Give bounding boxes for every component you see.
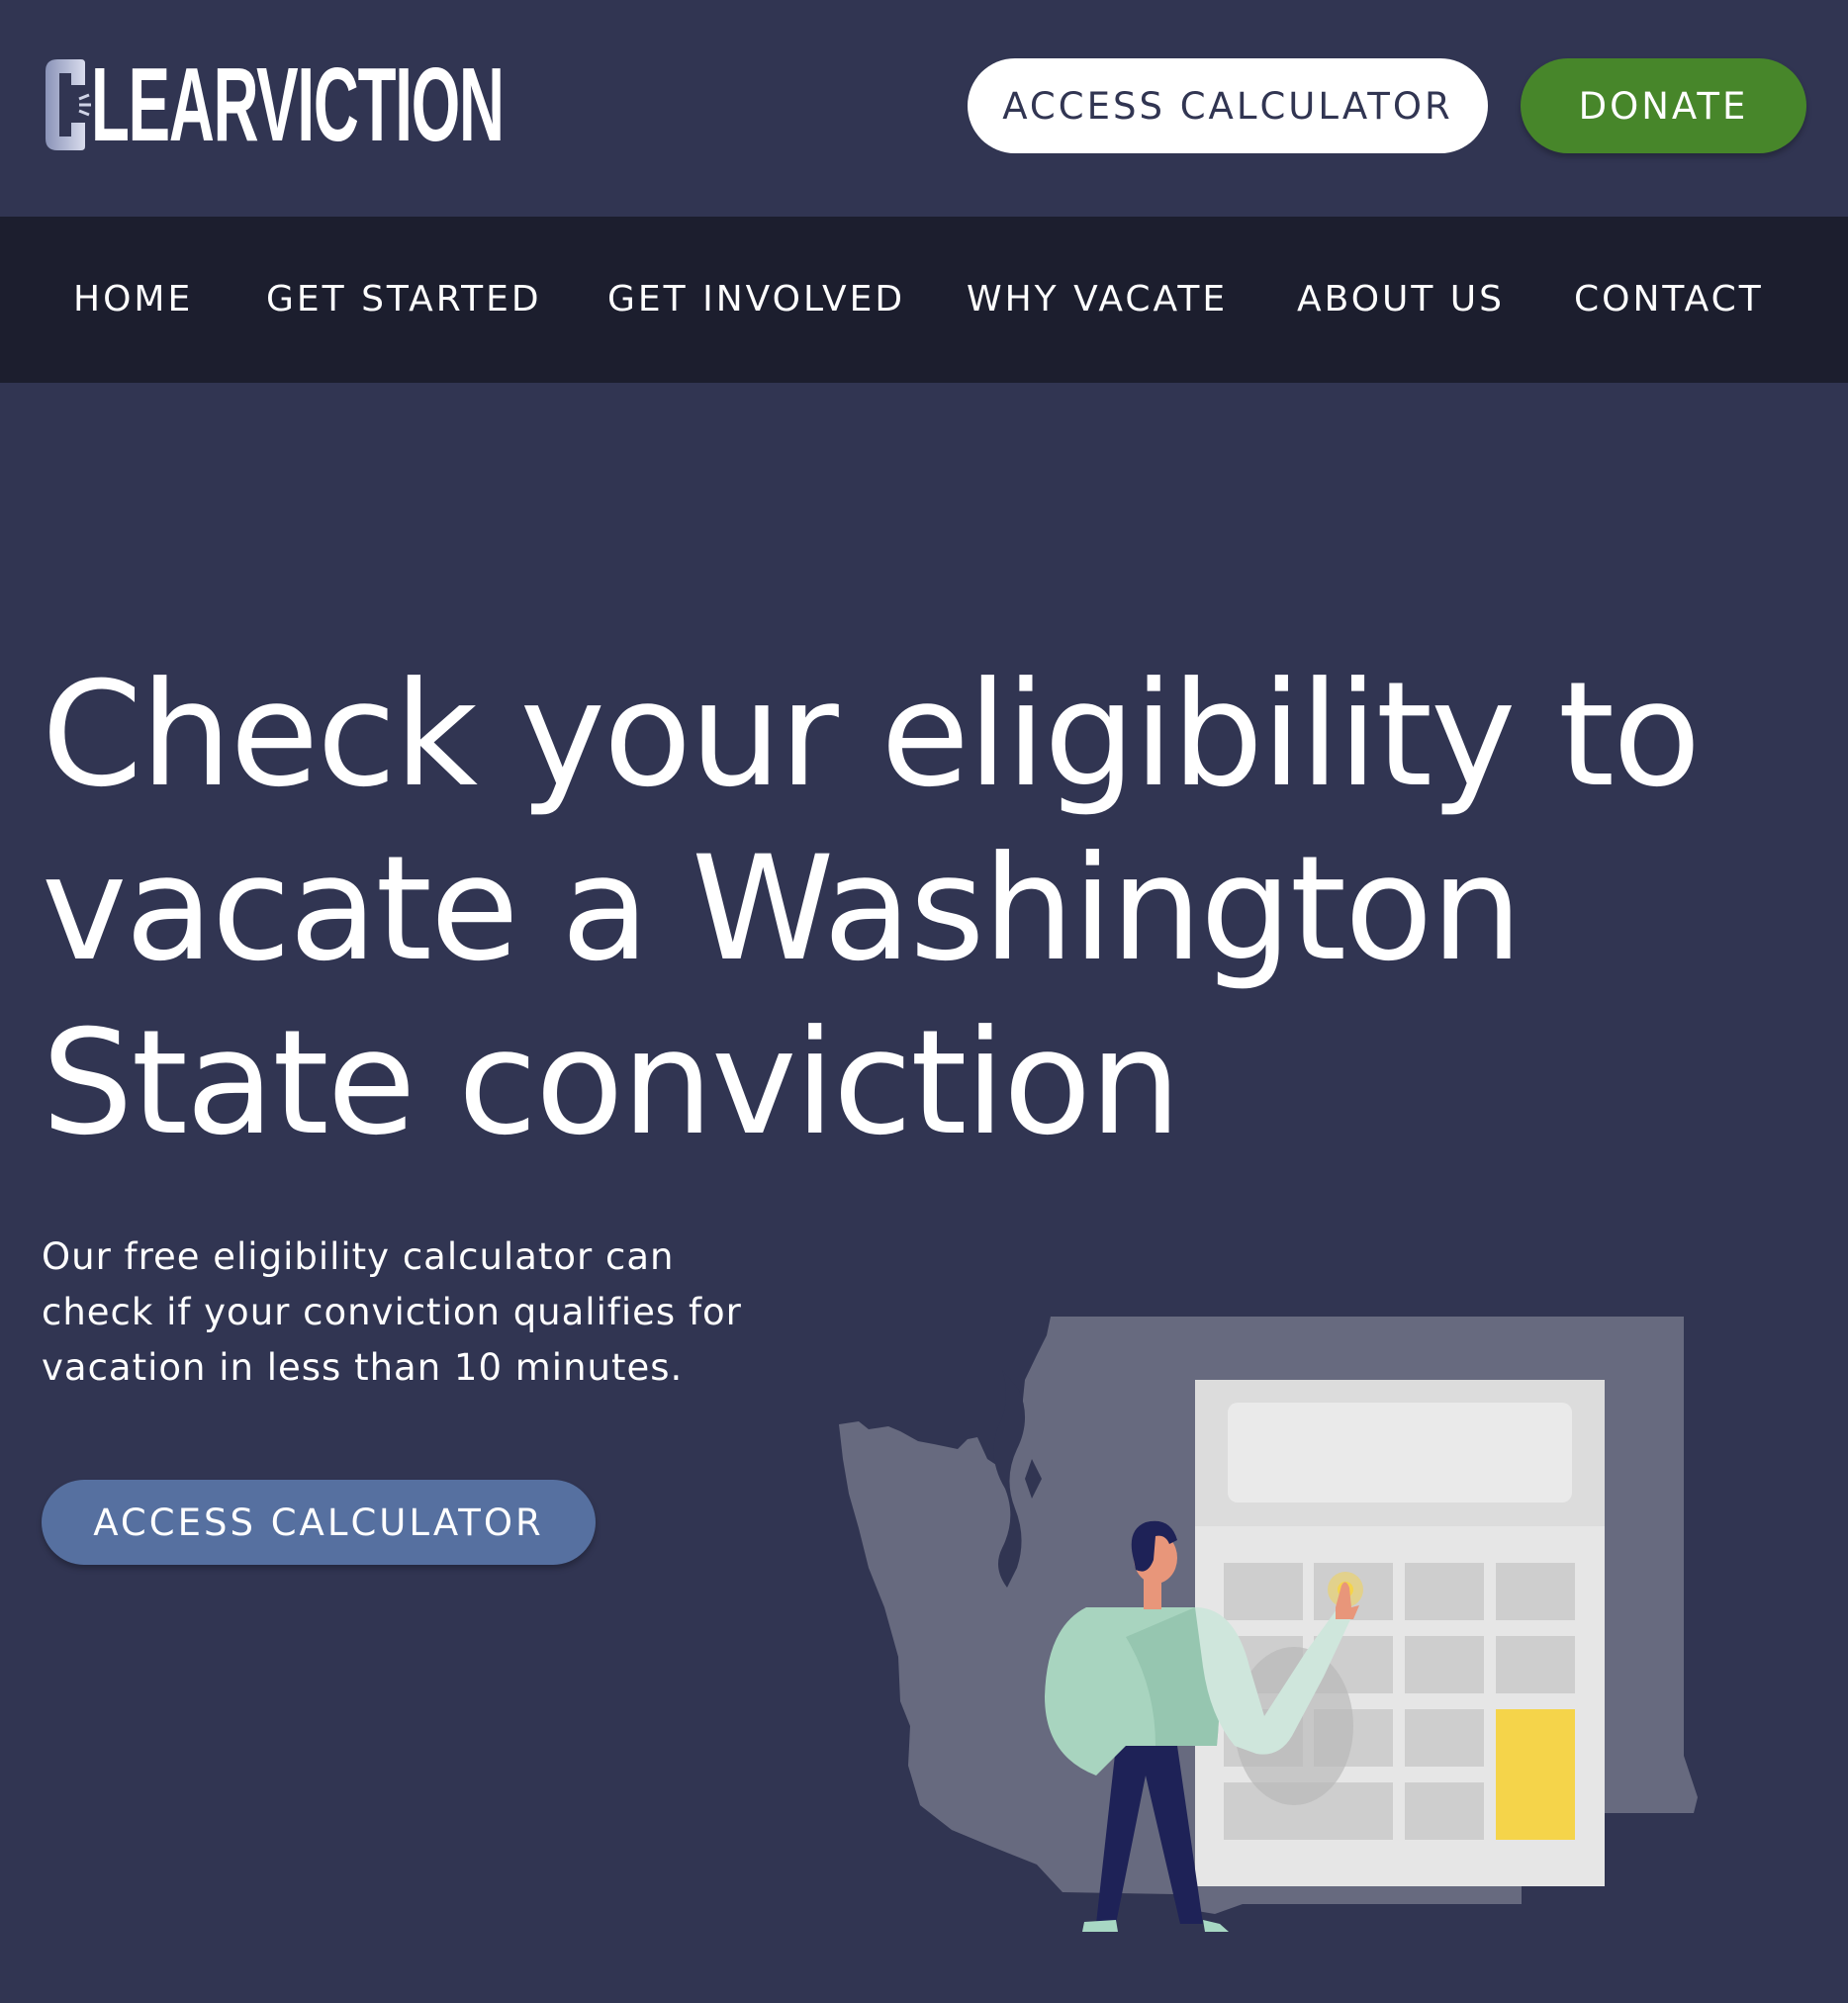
hero-access-calculator-button[interactable]: ACCESS CALCULATOR bbox=[42, 1480, 596, 1565]
nav-item-about-us[interactable]: ABOUT US bbox=[1297, 217, 1505, 383]
site-header: LEARVICTION ACCESS CALCULATOR DONATE bbox=[0, 0, 1848, 217]
calculator-equals-key bbox=[1496, 1709, 1575, 1840]
site-logo[interactable]: LEARVICTION bbox=[40, 46, 779, 163]
nav-item-get-involved[interactable]: GET INVOLVED bbox=[607, 217, 905, 383]
washington-state-calculator-illustration-icon bbox=[839, 1317, 1698, 1932]
nav-item-contact[interactable]: CONTACT bbox=[1574, 217, 1764, 383]
hero-subtitle: Our free eligibility calculator can chec… bbox=[42, 1235, 742, 1389]
calculator-display bbox=[1228, 1403, 1572, 1502]
nav-item-home[interactable]: HOME bbox=[73, 217, 193, 383]
donate-button[interactable]: DONATE bbox=[1521, 58, 1806, 153]
logo-c-gradient-icon bbox=[46, 59, 91, 150]
main-nav: HOME GET STARTED GET INVOLVED WHY VACATE… bbox=[0, 217, 1848, 383]
access-calculator-button[interactable]: ACCESS CALCULATOR bbox=[968, 58, 1488, 153]
nav-item-why-vacate[interactable]: WHY VACATE bbox=[967, 217, 1228, 383]
hero-title: Check your eligibility to vacate a Washi… bbox=[42, 651, 1701, 1167]
logo-wordmark: LEARVICTION bbox=[91, 46, 505, 163]
nav-item-get-started[interactable]: GET STARTED bbox=[266, 217, 542, 383]
